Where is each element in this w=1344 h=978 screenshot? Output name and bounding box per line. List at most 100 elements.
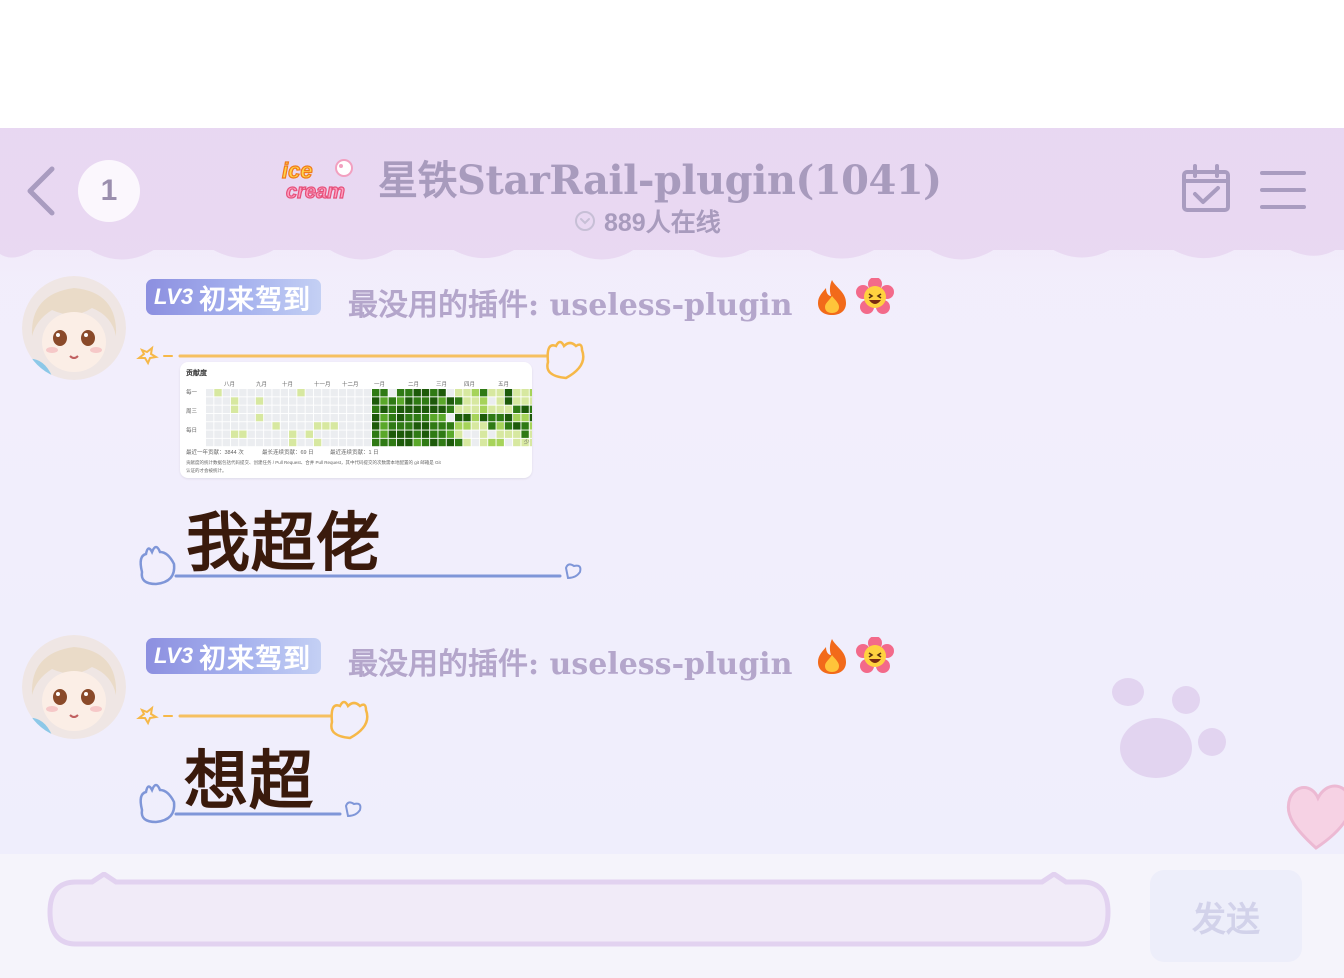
fire-emoji: [818, 639, 846, 674]
contribution-cell: [330, 430, 338, 438]
contribution-image[interactable]: 贡献度 八月 九月 十月 十一月 十二月 一月 二月 三月 四月 五月 每一 周三 每日 少 最近一年…: [180, 362, 532, 478]
contribution-cell: [206, 397, 214, 405]
contribution-cell: [230, 413, 239, 422]
avatar[interactable]: [22, 276, 126, 380]
contribution-cell: [239, 397, 247, 405]
svg-text:ice: ice: [282, 158, 313, 183]
contribution-cell: [496, 405, 504, 413]
avatar[interactable]: [22, 635, 126, 739]
sender-name[interactable]: 最没用的插件: useless-plugin: [348, 280, 792, 324]
contribution-cell: [529, 405, 532, 413]
sender-name[interactable]: 最没用的插件: useless-plugin: [348, 639, 792, 683]
contribution-cell: [297, 422, 305, 430]
contribution-cell: [496, 430, 504, 438]
calendar-button[interactable]: [1180, 164, 1234, 214]
contribution-cell: [496, 413, 504, 422]
laughing-flower-emoji: [856, 278, 894, 314]
contribution-cell: [272, 438, 280, 447]
contribution-cell: [305, 405, 313, 413]
contribution-cell: [264, 389, 272, 397]
level-title: 初来驾到: [199, 284, 312, 316]
contribution-cell: [471, 397, 479, 405]
chevron-down-circle-icon: [575, 211, 595, 231]
contribution-cell: [363, 405, 372, 413]
contribution-cell: [396, 397, 405, 405]
contribution-cell: [504, 422, 513, 430]
contribution-cell: [479, 422, 488, 430]
contribution-cell: [372, 438, 380, 447]
contribution-cell: [239, 438, 247, 447]
contribution-cell: [413, 397, 421, 405]
contribution-cell: [206, 438, 214, 447]
contribution-cell: [396, 422, 405, 430]
unread-count-badge[interactable]: 1: [78, 160, 140, 222]
contribution-cell: [222, 389, 230, 397]
contribution-cell: [280, 397, 289, 405]
contribution-cell: [380, 413, 388, 422]
contribution-cell: [529, 430, 532, 438]
contribution-cell: [322, 422, 330, 430]
send-button[interactable]: 发送: [1150, 870, 1302, 962]
contribution-cell: [289, 405, 297, 413]
contribution-cell: [355, 405, 363, 413]
contribution-cell: [255, 430, 264, 438]
contribution-cell: [322, 413, 330, 422]
contribution-cell: [471, 430, 479, 438]
contribution-cell: [313, 389, 322, 397]
contribution-cell: [347, 413, 355, 422]
contribution-cell: [388, 413, 396, 422]
contribution-cell: [529, 397, 532, 405]
contribution-cell: [521, 430, 529, 438]
contribution-cell: [330, 405, 338, 413]
contribution-cell: [388, 430, 396, 438]
contribution-cell: [455, 397, 463, 405]
contribution-cell: [405, 413, 413, 422]
menu-button[interactable]: [1258, 168, 1308, 212]
contribution-cell: [214, 413, 222, 422]
contribution-cell: [214, 430, 222, 438]
back-button[interactable]: [22, 163, 58, 219]
contribution-cell: [239, 405, 247, 413]
contribution-cell: [239, 430, 247, 438]
online-status[interactable]: 889人在线: [574, 203, 721, 239]
contribution-cell: [388, 405, 396, 413]
contribution-cell: [405, 438, 413, 447]
contribution-cell: [255, 413, 264, 422]
contribution-cell: [230, 422, 239, 430]
contribution-cell: [280, 438, 289, 447]
contribution-cell: [488, 389, 496, 397]
contribution-cell: [438, 397, 446, 405]
contribution-cell: [463, 397, 471, 405]
contribution-cell: [214, 389, 222, 397]
contribution-cell: [380, 422, 388, 430]
calendar-check-icon: [1182, 164, 1230, 212]
contribution-cell: [214, 422, 222, 430]
contribution-cell: [230, 430, 239, 438]
contribution-cell: [405, 430, 413, 438]
contribution-cell: [529, 422, 532, 430]
contribution-cell: [222, 413, 230, 422]
contribution-cell: [463, 422, 471, 430]
contribution-cell: [455, 405, 463, 413]
contribution-cell: [455, 438, 463, 447]
contribution-cell: [247, 389, 255, 397]
contribution-cell: [496, 438, 504, 447]
contribution-cell: [338, 413, 347, 422]
contribution-cell: [421, 389, 430, 397]
contribution-cell: [363, 413, 372, 422]
contribution-cell: [289, 389, 297, 397]
message-input[interactable]: [46, 870, 1112, 950]
contribution-cell: [396, 413, 405, 422]
contribution-cell: [247, 422, 255, 430]
contribution-cell: [446, 397, 455, 405]
contribution-cell: [313, 405, 322, 413]
menu-icon: [1260, 171, 1306, 209]
contribution-cell: [471, 405, 479, 413]
contribution-cell: [372, 422, 380, 430]
contribution-cell: [347, 438, 355, 447]
contribution-cell: [496, 422, 504, 430]
contribution-cell: [313, 438, 322, 447]
contribution-cell: [264, 430, 272, 438]
contribution-cell: [264, 438, 272, 447]
contribution-cell: [230, 397, 239, 405]
